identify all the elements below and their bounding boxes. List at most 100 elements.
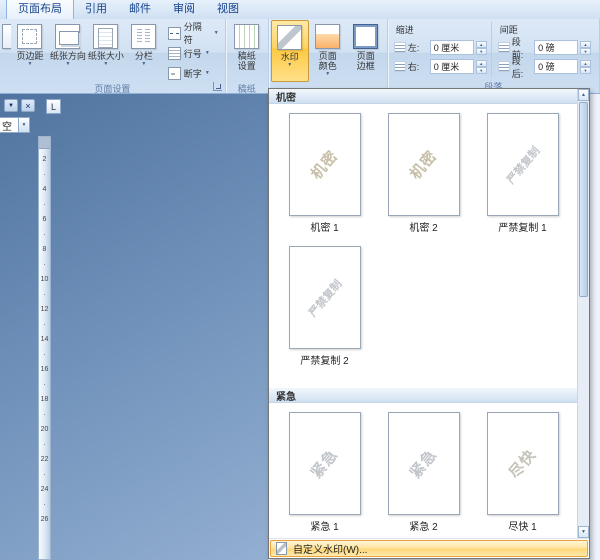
tab-references[interactable]: 引用 <box>74 0 118 19</box>
ruler-number: 20 <box>41 422 49 437</box>
columns-button[interactable]: 分栏 ▼ <box>125 20 163 82</box>
watermark-item[interactable]: 尽快尽快 1 <box>473 409 572 536</box>
gallery-section-header: 机密 <box>269 89 577 104</box>
indent-right-input[interactable]: 0 厘米 <box>430 59 474 74</box>
line-numbers-button[interactable]: 行号 ▼ <box>166 45 221 61</box>
watermark-item[interactable]: 严禁复制严禁复制 1 <box>473 110 572 237</box>
indent-right-spinner[interactable]: ▲ ▼ <box>476 60 487 74</box>
watermark-thumbnail: 严禁复制 <box>487 113 559 216</box>
watermark-item[interactable]: 机密机密 1 <box>275 110 374 237</box>
indent-header: 缩进 <box>396 23 487 36</box>
group-paragraph: 缩进 左: 0 厘米 ▲ ▼ 右: 0 厘米 ▲ ▼ <box>388 19 600 93</box>
style-combo-value: 空 <box>0 118 18 133</box>
scroll-down-icon[interactable]: ▼ <box>578 526 589 538</box>
spin-down-icon[interactable]: ▼ <box>580 67 591 74</box>
text-direction-button[interactable] <box>2 20 11 82</box>
page-color-button[interactable]: 页面颜色 ▼ <box>309 20 347 82</box>
dropdown-arrow-icon: ▼ <box>65 62 70 67</box>
gallery-scroll-area: 机密机密机密 1机密机密 2严禁复制严禁复制 1严禁复制严禁复制 2紧急紧急紧急… <box>269 89 577 538</box>
watermark-item-label: 严禁复制 2 <box>300 352 348 367</box>
hyphenation-label: 断字 <box>184 67 202 80</box>
ruler-tick: · <box>43 497 46 512</box>
spin-up-icon[interactable]: ▲ <box>580 41 591 48</box>
watermark-item[interactable]: 紧急紧急 1 <box>275 409 374 536</box>
ruler-tick: · <box>43 167 46 182</box>
ruler-number: 18 <box>41 392 49 407</box>
spacing-after-input[interactable]: 0 磅 <box>534 59 578 74</box>
margins-button[interactable]: 页边距 ▼ <box>11 20 49 82</box>
indent-left-input[interactable]: 0 厘米 <box>430 40 474 55</box>
spin-down-icon[interactable]: ▼ <box>476 67 487 74</box>
watermark-item-label: 严禁复制 1 <box>498 219 546 234</box>
text-direction-icon <box>2 24 11 49</box>
watermark-text: 紧急 <box>306 444 343 482</box>
ruler-tick: · <box>43 407 46 422</box>
orientation-label: 纸张方向 <box>50 51 86 61</box>
tab-view[interactable]: 视图 <box>206 0 250 19</box>
watermark-item[interactable]: 机密机密 2 <box>374 110 473 237</box>
orientation-icon <box>55 24 80 49</box>
spin-down-icon[interactable]: ▼ <box>476 48 487 55</box>
watermark-gallery: 机密机密机密 1机密机密 2严禁复制严禁复制 1严禁复制严禁复制 2紧急紧急紧急… <box>268 88 590 559</box>
ruler-tick: · <box>43 317 46 332</box>
ruler-tick: · <box>43 347 46 362</box>
ruler-tick: · <box>43 437 46 452</box>
watermark-button[interactable]: 水印 ▼ <box>271 20 309 82</box>
indent-left-label: 左: <box>408 41 428 54</box>
orientation-button[interactable]: 纸张方向 ▼ <box>49 20 87 82</box>
page-borders-button[interactable]: 页面边框 <box>347 20 385 82</box>
spin-up-icon[interactable]: ▲ <box>580 60 591 67</box>
combo-dropdown-icon[interactable]: ▼ <box>18 118 29 132</box>
spacing-after-spinner[interactable]: ▲ ▼ <box>580 60 591 74</box>
indent-right-label: 右: <box>408 60 428 73</box>
ruler-tick: · <box>43 377 46 392</box>
dropdown-arrow-icon: ▼ <box>205 51 210 56</box>
style-combo[interactable]: 空 ▼ <box>0 117 30 133</box>
tab-mailings[interactable]: 邮件 <box>118 0 162 19</box>
tab-page-layout[interactable]: 页面布局 <box>6 0 74 20</box>
scroll-up-icon[interactable]: ▲ <box>578 89 589 101</box>
breaks-button[interactable]: 分隔符 ▼ <box>166 25 221 41</box>
watermark-button-label: 水印 <box>281 52 299 62</box>
watermark-text: 尽快 <box>504 444 541 482</box>
gallery-section-header: 紧急 <box>269 388 577 403</box>
columns-icon <box>131 24 156 49</box>
hyphenation-button[interactable]: 断字 ▼ <box>166 65 221 81</box>
margins-icon <box>17 24 42 49</box>
dropdown-arrow-icon: ▼ <box>325 72 330 77</box>
gallery-scrollbar[interactable]: ▲ ▼ <box>577 89 589 538</box>
custom-watermark-item[interactable]: 自定义水印(W)... <box>270 540 588 557</box>
genko-settings-button[interactable]: 稿纸设置 <box>228 20 266 82</box>
tab-stop-selector[interactable]: L <box>46 99 61 114</box>
indent-column: 缩进 左: 0 厘米 ▲ ▼ 右: 0 厘米 ▲ ▼ <box>394 22 487 77</box>
spin-up-icon[interactable]: ▲ <box>476 41 487 48</box>
custom-watermark-icon <box>276 542 287 555</box>
spacing-before-input[interactable]: 0 磅 <box>534 40 578 55</box>
gallery-grid: 机密机密 1机密机密 2严禁复制严禁复制 1严禁复制严禁复制 2 <box>269 104 577 388</box>
dialog-launcher-icon[interactable] <box>213 82 222 91</box>
pane-close-button[interactable]: × <box>21 99 35 112</box>
page-color-label: 页面颜色 <box>317 51 339 71</box>
ruler-number: 12 <box>41 302 49 317</box>
spacing-column: 间距 段前: 0 磅 ▲ ▼ 段后: 0 磅 ▲ ▼ <box>491 22 591 77</box>
tab-review[interactable]: 审阅 <box>162 0 206 19</box>
indent-right-icon <box>394 61 406 72</box>
genko-settings-icon <box>234 24 259 49</box>
group-paper: 稿纸设置 稿纸 <box>226 19 269 93</box>
watermark-thumbnail: 严禁复制 <box>289 246 361 349</box>
indent-right-row: 右: 0 厘米 ▲ ▼ <box>394 58 487 75</box>
paper-size-button[interactable]: 纸张大小 ▼ <box>87 20 125 82</box>
ruler-number: 6 <box>43 212 47 227</box>
document-area[interactable]: ▼ × L 空 ▼ 2·4·6·8·10·12·14·16·18·20·22·2… <box>0 94 268 560</box>
spin-down-icon[interactable]: ▼ <box>580 48 591 55</box>
watermark-item[interactable]: 严禁复制严禁复制 2 <box>275 243 374 370</box>
indent-left-spinner[interactable]: ▲ ▼ <box>476 41 487 55</box>
spacing-after-label: 段后: <box>512 54 532 80</box>
scrollbar-thumb[interactable] <box>579 102 588 297</box>
vertical-ruler[interactable]: 2·4·6·8·10·12·14·16·18·20·22·24·26 <box>38 136 51 560</box>
indent-left-icon <box>394 42 406 53</box>
spacing-before-spinner[interactable]: ▲ ▼ <box>580 41 591 55</box>
watermark-item[interactable]: 紧急紧急 2 <box>374 409 473 536</box>
spin-up-icon[interactable]: ▲ <box>476 60 487 67</box>
pane-dropdown-button[interactable]: ▼ <box>4 99 18 112</box>
